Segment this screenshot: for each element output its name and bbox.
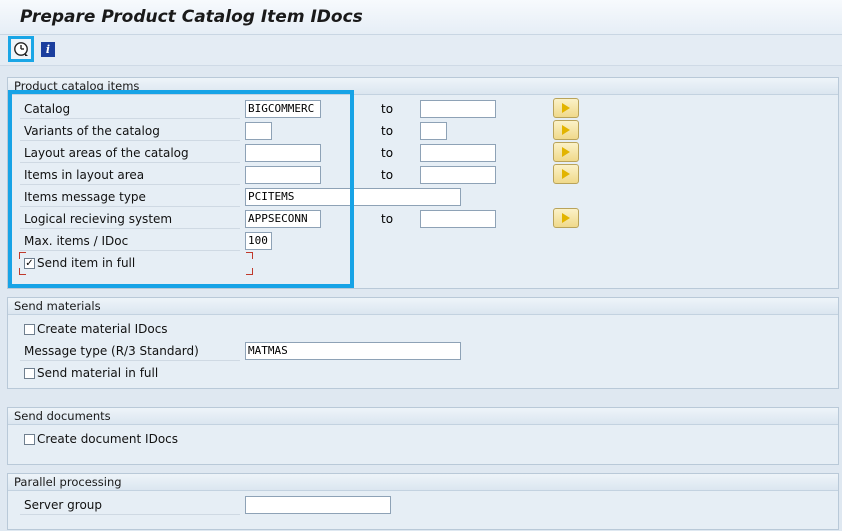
catalog-multiple-selection-button[interactable] xyxy=(553,98,579,118)
layout-areas-to-label: to xyxy=(381,146,394,160)
server-group-label: Server group xyxy=(24,498,103,512)
logical-system-to-label: to xyxy=(381,212,394,226)
items-layout-multiple-selection-button[interactable] xyxy=(553,164,579,184)
items-layout-to-input[interactable] xyxy=(420,166,496,184)
catalog-to-input[interactable] xyxy=(420,100,496,118)
group-parallel-processing: Parallel processing xyxy=(7,473,839,530)
logical-system-to-input[interactable] xyxy=(420,210,496,228)
page-title: Prepare Product Catalog Item IDocs xyxy=(20,7,363,27)
logical-system-multiple-selection-button[interactable] xyxy=(553,208,579,228)
message-type-input[interactable]: MATMAS xyxy=(245,342,461,360)
create-document-idocs-checkbox[interactable] xyxy=(24,434,35,445)
server-group-input[interactable] xyxy=(245,496,391,514)
execute-button[interactable] xyxy=(8,36,34,62)
clock-execute-icon xyxy=(14,42,28,56)
message-type-label: Message type (R/3 Standard) xyxy=(24,344,199,358)
highlight-frame xyxy=(8,90,354,288)
info-button[interactable]: i xyxy=(41,42,55,57)
layout-areas-multiple-selection-button[interactable] xyxy=(553,142,579,162)
variants-to-input[interactable] xyxy=(420,122,447,140)
group-header: Parallel processing xyxy=(8,474,838,491)
items-layout-to-label: to xyxy=(381,168,394,182)
row-divider xyxy=(20,514,240,515)
create-material-idocs-checkbox[interactable] xyxy=(24,324,35,335)
row-divider xyxy=(20,360,240,361)
arrow-right-icon xyxy=(562,169,570,179)
group-header: Send documents xyxy=(8,408,838,425)
arrow-right-icon xyxy=(562,213,570,223)
send-material-full-checkbox[interactable] xyxy=(24,368,35,379)
group-header: Send materials xyxy=(8,298,838,315)
info-icon: i xyxy=(45,43,51,56)
layout-areas-to-input[interactable] xyxy=(420,144,496,162)
create-document-idocs-label: Create document IDocs xyxy=(37,432,179,446)
variants-multiple-selection-button[interactable] xyxy=(553,120,579,140)
create-material-idocs-label: Create material IDocs xyxy=(37,322,168,336)
send-material-full-label: Send material in full xyxy=(37,366,159,380)
application-toolbar xyxy=(0,35,842,66)
arrow-right-icon xyxy=(562,147,570,157)
catalog-to-label: to xyxy=(381,102,394,116)
arrow-right-icon xyxy=(562,103,570,113)
arrow-right-icon xyxy=(562,125,570,135)
variants-to-label: to xyxy=(381,124,394,138)
